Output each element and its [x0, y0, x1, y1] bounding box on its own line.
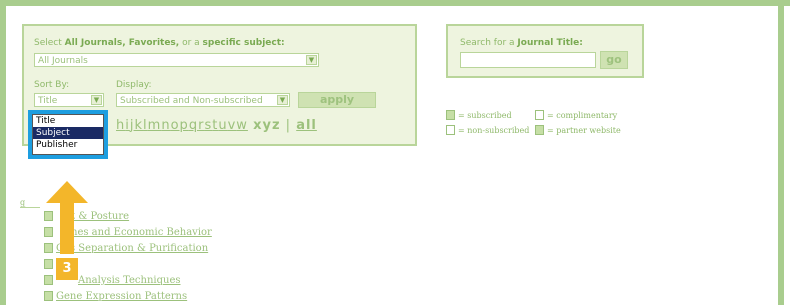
divider [20, 207, 40, 208]
partner-website-icon [535, 125, 544, 135]
alphabet-letter-w[interactable]: w [236, 118, 248, 133]
alphabet-letter-q[interactable]: q [189, 118, 198, 133]
subscribed-icon [44, 211, 53, 221]
sort-option-publisher[interactable]: Publisher [33, 139, 103, 151]
callout-arrow-shaft [60, 202, 74, 254]
sort-dropdown-highlight: Title Subject Publisher [28, 110, 108, 159]
alphabet-letter-k[interactable]: k [135, 118, 144, 133]
legend-non-subscribed: = non-subscribed [446, 125, 529, 135]
alphabet-separator: | [285, 118, 292, 133]
chevron-down-icon[interactable]: ▼ [306, 55, 317, 65]
sort-by-label: Sort By: [34, 80, 70, 90]
alphabet-links[interactable]: hijklmnopqrstuvw [116, 118, 248, 133]
alphabet-letter-u[interactable]: u [218, 118, 227, 133]
go-button[interactable]: go [600, 51, 628, 69]
chevron-down-icon[interactable]: ▼ [91, 95, 102, 105]
sort-by-value: Title [38, 96, 58, 106]
subscribed-icon [446, 110, 455, 120]
alphabet-letter-z: z [271, 118, 281, 133]
display-label: Display: [116, 80, 152, 90]
alphabet-letter-n[interactable]: n [161, 118, 170, 133]
sort-option-title[interactable]: Title [33, 115, 103, 127]
sort-dropdown-list[interactable]: Title Subject Publisher [32, 114, 104, 155]
alphabet-nav: hijklmnopqrstuvw xyz | all [116, 118, 317, 133]
search-label: Search for a Journal Title: [460, 38, 583, 48]
journal-select-label: Select All Journals, Favorites, or a spe… [34, 38, 285, 48]
alphabet-letter-m[interactable]: m [148, 118, 162, 133]
alphabet-letter-o[interactable]: o [171, 118, 180, 133]
subscribed-icon [44, 291, 53, 301]
chevron-down-icon[interactable]: ▼ [277, 95, 288, 105]
letter-group-anchor[interactable]: g [20, 198, 25, 207]
list-item[interactable]: Gene Expression Patterns [44, 289, 212, 305]
legend-subscribed: = subscribed [446, 110, 512, 120]
journal-select-value: All Journals [38, 56, 88, 66]
alphabet-letter-h[interactable]: h [116, 118, 125, 133]
top-border [0, 0, 790, 6]
legend-partner: = partner website [535, 125, 621, 135]
alphabet-all-link[interactable]: all [296, 118, 317, 133]
alphabet-letter-v[interactable]: v [228, 118, 237, 133]
sort-option-subject[interactable]: Subject [33, 127, 103, 139]
subscribed-icon [44, 275, 53, 285]
sort-by-select[interactable]: Title ▼ [34, 93, 104, 107]
alphabet-letter-y: y [262, 118, 272, 133]
step-number-badge: 3 [56, 258, 78, 280]
journal-select[interactable]: All Journals ▼ [34, 53, 319, 67]
right-border [778, 0, 784, 305]
legend-complimentary: = complimentary [535, 110, 617, 120]
subscribed-icon [44, 227, 53, 237]
display-select[interactable]: Subscribed and Non-subscribed ▼ [116, 93, 290, 107]
display-value: Subscribed and Non-subscribed [120, 96, 263, 106]
alphabet-plain-letters: xyz [253, 118, 280, 133]
alphabet-letter-p[interactable]: p [180, 118, 189, 133]
callout-arrow-up-icon [46, 181, 88, 203]
search-panel: Search for a Journal Title: go [446, 24, 644, 78]
journal-title-search-input[interactable] [460, 52, 596, 68]
apply-button[interactable]: apply [298, 92, 376, 108]
subscribed-icon [44, 259, 53, 269]
subscribed-icon [44, 243, 53, 253]
complimentary-icon [535, 110, 544, 120]
non-subscribed-icon [446, 125, 455, 135]
